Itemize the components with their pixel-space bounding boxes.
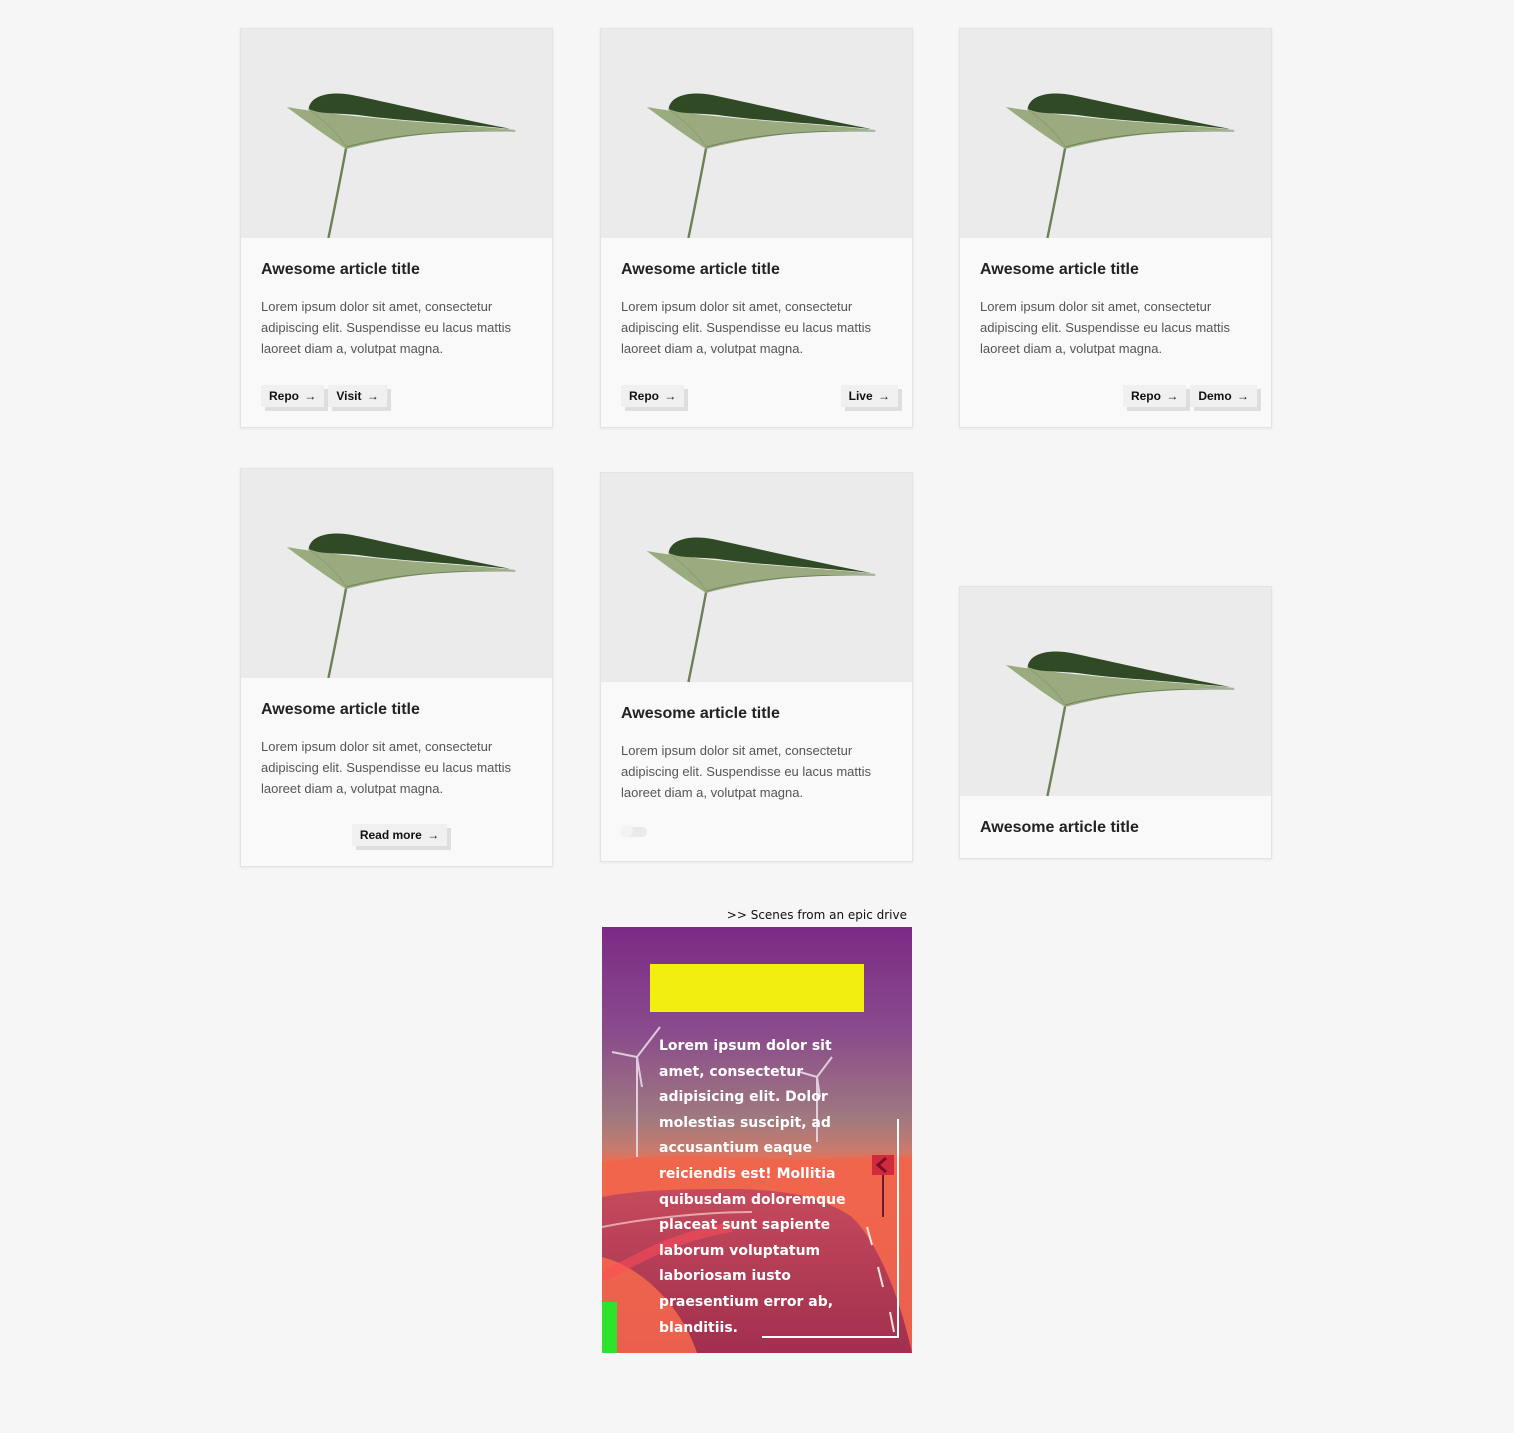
repo-button[interactable]: Repo → (621, 385, 685, 407)
visit-button[interactable]: Visit → (328, 385, 387, 407)
arrow-right-icon: → (664, 389, 677, 403)
arrow-right-icon: → (366, 389, 379, 403)
demo-button[interactable]: Demo → (1190, 385, 1257, 407)
scene-panel: Lorem ipsum dolor sit amet, consectetur … (602, 927, 912, 1353)
card-text: Lorem ipsum dolor sit amet, consectetur … (261, 739, 512, 796)
article-card: Awesome article title Lorem ipsum dolor … (240, 468, 553, 867)
article-card: Awesome article title Lorem ipsum dolor … (240, 28, 553, 428)
scene-caption[interactable]: >> Scenes from an epic drive (600, 906, 907, 924)
arrow-right-icon: → (1237, 389, 1249, 403)
frame-line (762, 1336, 899, 1338)
frame-line (897, 1119, 899, 1338)
card-title: Awesome article title (980, 261, 1139, 278)
article-card: Awesome article title Lorem ipsum dolor … (600, 472, 913, 862)
arrow-right-icon: → (1166, 389, 1179, 403)
article-card: Awesome article title Lorem ipsum dolor … (959, 28, 1272, 428)
toggle-switch[interactable] (621, 825, 647, 837)
card-title: Awesome article title (621, 705, 780, 722)
leaf-image (241, 29, 552, 238)
repo-button[interactable]: Repo → (261, 385, 325, 407)
scene-text: Lorem ipsum dolor sit amet, consectetur … (659, 1038, 846, 1336)
accent-block (602, 1302, 617, 1353)
leaf-image (601, 473, 912, 682)
arrow-right-icon: → (427, 828, 440, 842)
live-button[interactable]: Live → (840, 385, 898, 407)
card-text: Lorem ipsum dolor sit amet, consectetur … (621, 743, 872, 800)
card-text: Lorem ipsum dolor sit amet, consectetur … (980, 299, 1231, 356)
arrow-right-icon: → (304, 389, 317, 403)
leaf-image (241, 469, 552, 678)
repo-button[interactable]: Repo → (1122, 385, 1187, 407)
card-title: Awesome article title (621, 261, 780, 278)
card-title: Awesome article title (980, 819, 1139, 836)
card-title: Awesome article title (261, 701, 420, 718)
card-text: Lorem ipsum dolor sit amet, consectetur … (621, 299, 872, 356)
card-title: Awesome article title (261, 261, 420, 278)
arrow-right-icon: → (878, 389, 890, 403)
leaf-image (601, 29, 912, 238)
article-card: Awesome article title (959, 586, 1272, 859)
leaf-image (960, 29, 1271, 238)
leaf-image (960, 587, 1271, 796)
highlight-bar (650, 964, 864, 1012)
article-card: Awesome article title Lorem ipsum dolor … (600, 28, 913, 428)
page: Awesome article title Lorem ipsum dolor … (0, 0, 1514, 1433)
card-text: Lorem ipsum dolor sit amet, consectetur … (261, 299, 512, 356)
read-more-button[interactable]: Read more → (351, 824, 448, 846)
